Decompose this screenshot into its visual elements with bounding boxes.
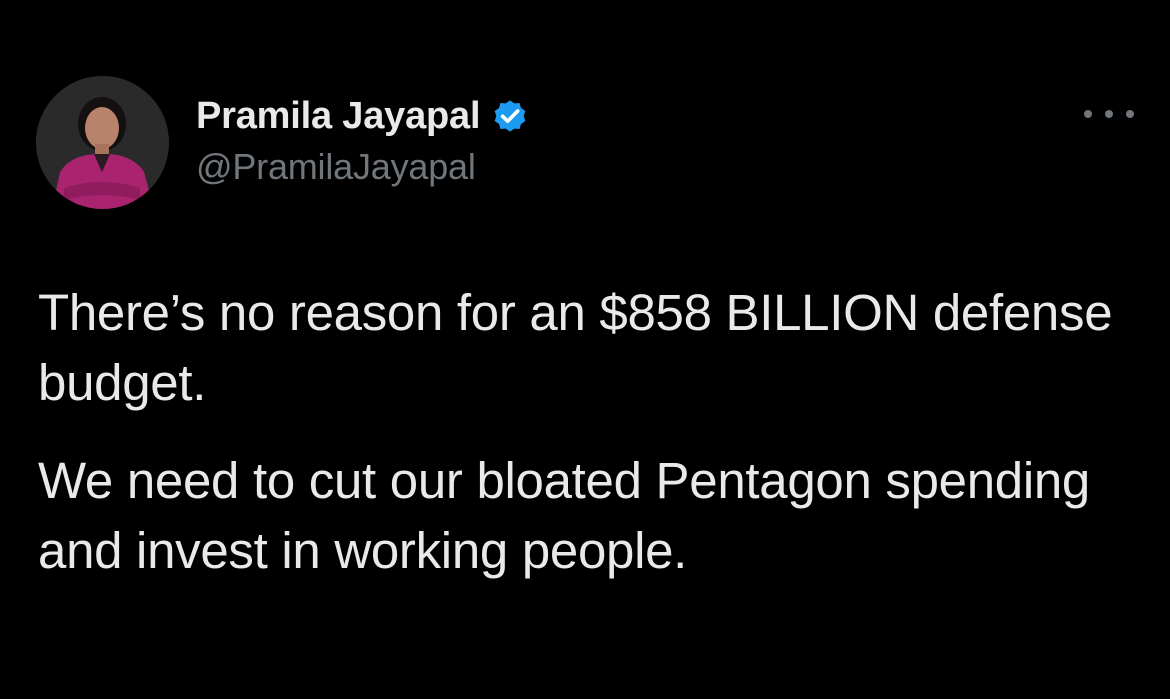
handle[interactable]: @PramilaJayapal [196, 146, 530, 188]
tweet-card: Pramila Jayapal @PramilaJayapal There’s … [0, 0, 1170, 699]
dot [1105, 110, 1113, 118]
display-name[interactable]: Pramila Jayapal [196, 95, 481, 138]
dot [1126, 110, 1134, 118]
avatar[interactable] [36, 76, 169, 209]
verified-badge-icon [490, 96, 530, 136]
profile-photo [36, 76, 169, 209]
author-info[interactable]: Pramila Jayapal @PramilaJayapal [196, 94, 530, 188]
tweet-paragraph: We need to cut our bloated Pentagon spen… [38, 452, 1090, 579]
tweet-paragraph: There’s no reason for an $858 BILLION de… [38, 284, 1113, 411]
tweet-text: There’s no reason for an $858 BILLION de… [38, 278, 1138, 586]
dot [1084, 110, 1092, 118]
more-options-icon[interactable] [1084, 102, 1134, 126]
name-row: Pramila Jayapal [196, 94, 530, 138]
